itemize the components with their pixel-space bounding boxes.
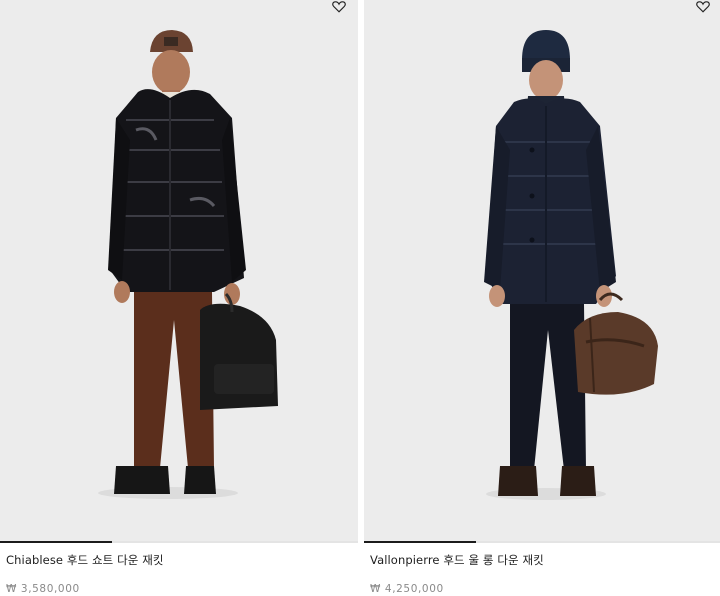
product-card[interactable]: Chiablese 후드 쇼트 다운 재킷 ₩ 3,580,000	[0, 0, 358, 596]
product-card[interactable]: Vallonpierre 후드 울 롱 다운 재킷 ₩ 4,250,000	[364, 0, 720, 596]
product-name[interactable]: Chiablese 후드 쇼트 다운 재킷	[6, 552, 164, 568]
wishlist-heart-icon[interactable]	[696, 0, 714, 18]
product-price: ₩ 3,580,000	[6, 583, 80, 595]
product-price: ₩ 4,250,000	[370, 583, 444, 595]
image-carousel-indicator	[364, 541, 720, 543]
product-name[interactable]: Vallonpierre 후드 울 롱 다운 재킷	[370, 552, 544, 568]
product-image[interactable]	[364, 0, 720, 541]
image-carousel-indicator	[0, 541, 358, 543]
product-grid: Chiablese 후드 쇼트 다운 재킷 ₩ 3,580,000 Vallon…	[0, 0, 720, 596]
wishlist-heart-icon[interactable]	[332, 0, 350, 18]
product-image[interactable]	[0, 0, 358, 541]
